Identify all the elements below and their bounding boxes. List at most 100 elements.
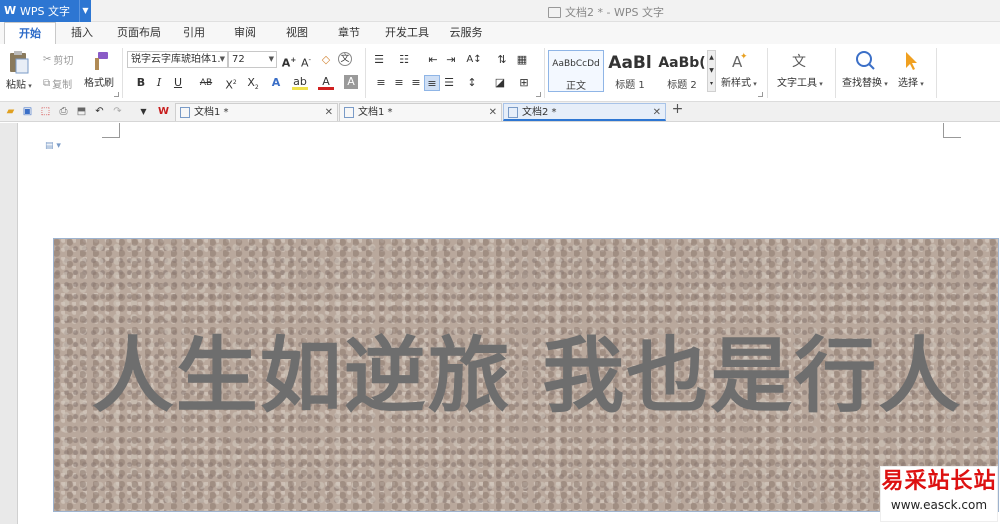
tab-references[interactable]: 引用 <box>170 22 218 44</box>
tab-chapter[interactable]: 章节 <box>322 22 376 44</box>
italic-icon[interactable]: I <box>151 75 167 91</box>
app-menu-button[interactable]: W WPS 文字 ▼ <box>0 0 91 22</box>
font-size-value: 72 <box>232 54 245 65</box>
tab-developer[interactable]: 开发工具 <box>376 22 438 44</box>
margin-corner-mark <box>943 123 961 138</box>
textured-text-banner[interactable]: 人生如逆旅 我也是行人 <box>53 238 999 512</box>
table-icon[interactable]: ▦ <box>514 52 530 68</box>
sort-icon[interactable]: ⇅ <box>494 52 510 68</box>
site-watermark: 易采站长站 www.easck.com <box>880 466 998 522</box>
paragraph-expand-icon[interactable] <box>536 92 541 97</box>
undo-icon[interactable]: ↶ <box>93 105 106 118</box>
line-spacing-icon[interactable]: ↕ <box>464 75 480 91</box>
customize-dropdown-icon[interactable]: ▼ <box>137 105 150 118</box>
chevron-down-icon: ▼ <box>219 55 225 63</box>
bullet-list-icon[interactable]: ☰ <box>371 52 387 68</box>
export-pdf-icon[interactable]: ⬚ <box>39 105 52 118</box>
tab-view[interactable]: 视图 <box>272 22 322 44</box>
clipboard-expand-icon[interactable] <box>114 92 119 97</box>
paste-arrow-icon[interactable]: ▾ <box>26 82 32 90</box>
styles-expand-icon[interactable] <box>758 92 763 97</box>
tab-insert[interactable]: 插入 <box>56 22 108 44</box>
document-icon <box>548 6 561 18</box>
grow-font-icon[interactable]: A+ <box>281 52 297 70</box>
copy-label: 复制 <box>52 80 73 91</box>
tab-review[interactable]: 审阅 <box>218 22 272 44</box>
text-direction-icon[interactable]: A↕ <box>466 52 482 68</box>
font-size-select[interactable]: 72 ▼ <box>228 51 277 68</box>
font-family-select[interactable]: 锐字云字库琥珀体1. ▼ <box>127 51 228 68</box>
svg-text:文: 文 <box>792 54 806 70</box>
separator <box>767 48 768 98</box>
new-style-button[interactable]: A ✦ 新样式 ▾ <box>721 50 757 89</box>
align-right-icon[interactable]: ≡ <box>408 75 424 91</box>
increase-indent-icon[interactable]: ⇥ <box>443 52 459 68</box>
numbered-list-icon[interactable]: ☷ <box>396 52 412 68</box>
highlight-icon[interactable]: ab <box>292 75 308 90</box>
doc-tab[interactable]: 文档1 * ✕ <box>175 103 338 121</box>
chevron-down-icon: ▾ <box>918 80 924 88</box>
copy-button[interactable]: ⧉ 复制 <box>43 76 72 91</box>
print-preview-icon[interactable]: ⬒ <box>75 105 88 118</box>
wps-small-logo-icon[interactable]: W <box>157 105 170 118</box>
font-color-icon[interactable]: A <box>318 75 334 90</box>
tab-page-layout[interactable]: 页面布局 <box>108 22 170 44</box>
text-tools-button[interactable]: 文 文字工具 ▾ <box>777 50 823 89</box>
close-icon[interactable]: ✕ <box>653 104 661 121</box>
window-title: 文档2 * - WPS 文字 <box>548 4 664 20</box>
clear-format-icon[interactable]: ◇ <box>318 52 334 68</box>
print-icon[interactable]: ⎙ <box>57 105 70 118</box>
doc-tab[interactable]: 文档1 * ✕ <box>339 103 502 121</box>
paragraph-options-icon[interactable]: ▤ ▾ <box>45 141 61 151</box>
cut-label: 剪切 <box>53 56 74 67</box>
style-heading2[interactable]: AaBb( 标题 2 <box>657 50 707 92</box>
new-tab-plus-icon[interactable]: + <box>671 102 684 116</box>
ribbon-home: 粘贴 ▾ ✂ 剪切 ⧉ 复制 格式刷 锐字云字库琥珀体1. ▼ 72 ▼ A+ A- ◇… <box>0 44 1000 102</box>
underline-icon[interactable]: U <box>170 75 186 91</box>
close-icon[interactable]: ✕ <box>325 104 333 121</box>
separator <box>936 48 937 98</box>
strikethrough-icon[interactable]: AB <box>196 75 216 91</box>
tab-home[interactable]: 开始 <box>4 22 56 44</box>
tab-cloud[interactable]: 云服务 <box>438 22 494 44</box>
subscript-icon[interactable]: X2 <box>245 75 261 91</box>
document-icon <box>180 106 190 118</box>
doc-tab-active[interactable]: 文档2 * ✕ <box>503 103 666 121</box>
new-style-icon: A✦ <box>732 52 748 71</box>
paste-button[interactable]: 粘贴 ▾ <box>6 50 32 91</box>
select-text: 选择 <box>898 78 918 89</box>
superscript-icon[interactable]: X2 <box>223 75 239 92</box>
align-center-icon[interactable]: ≡ <box>391 75 407 91</box>
new-style-text: 新样式 <box>721 78 751 89</box>
style-normal[interactable]: AaBbCcDd 正文 <box>548 50 604 92</box>
font-family-value: 锐字云字库琥珀体1. <box>131 54 221 65</box>
text-effects-icon[interactable]: A <box>268 75 284 91</box>
shrink-font-icon[interactable]: A- <box>298 52 314 70</box>
find-replace-label: 查找替换 ▾ <box>842 74 888 89</box>
decrease-indent-icon[interactable]: ⇤ <box>425 52 441 68</box>
phonetic-guide-icon[interactable]: 文 <box>338 52 352 66</box>
save-icon[interactable]: ▣ <box>21 105 34 118</box>
copy-icon: ⧉ <box>43 78 51 89</box>
cut-button[interactable]: ✂ 剪切 <box>43 52 73 67</box>
find-replace-button[interactable]: 查找替换 ▾ <box>842 50 888 89</box>
redo-icon[interactable]: ↷ <box>111 105 124 118</box>
app-menu-dropdown-icon[interactable]: ▼ <box>79 0 91 22</box>
distributed-icon[interactable]: ☰ <box>441 75 457 91</box>
doc-tab-label: 文档1 * <box>358 107 393 118</box>
chevron-down-icon: ▾ <box>751 80 757 88</box>
new-style-label: 新样式 ▾ <box>721 74 757 89</box>
style-heading1[interactable]: AaBl 标题 1 <box>603 50 657 92</box>
align-left-icon[interactable]: ≡ <box>373 75 389 91</box>
shading-icon[interactable]: ◪ <box>492 75 508 91</box>
find-replace-icon <box>855 51 875 70</box>
open-folder-icon[interactable]: ▰ <box>4 105 17 118</box>
bold-icon[interactable]: B <box>133 75 149 91</box>
character-shading-icon[interactable]: A <box>344 75 358 89</box>
select-button[interactable]: 选择 ▾ <box>898 50 924 89</box>
justify-icon[interactable]: ≡ <box>424 75 440 91</box>
format-painter-button[interactable]: 格式刷 <box>84 50 114 89</box>
styles-scroll[interactable]: ▲ ▼ ▾ <box>707 50 716 92</box>
borders-icon[interactable]: ⊞ <box>516 75 532 91</box>
close-icon[interactable]: ✕ <box>489 104 497 121</box>
